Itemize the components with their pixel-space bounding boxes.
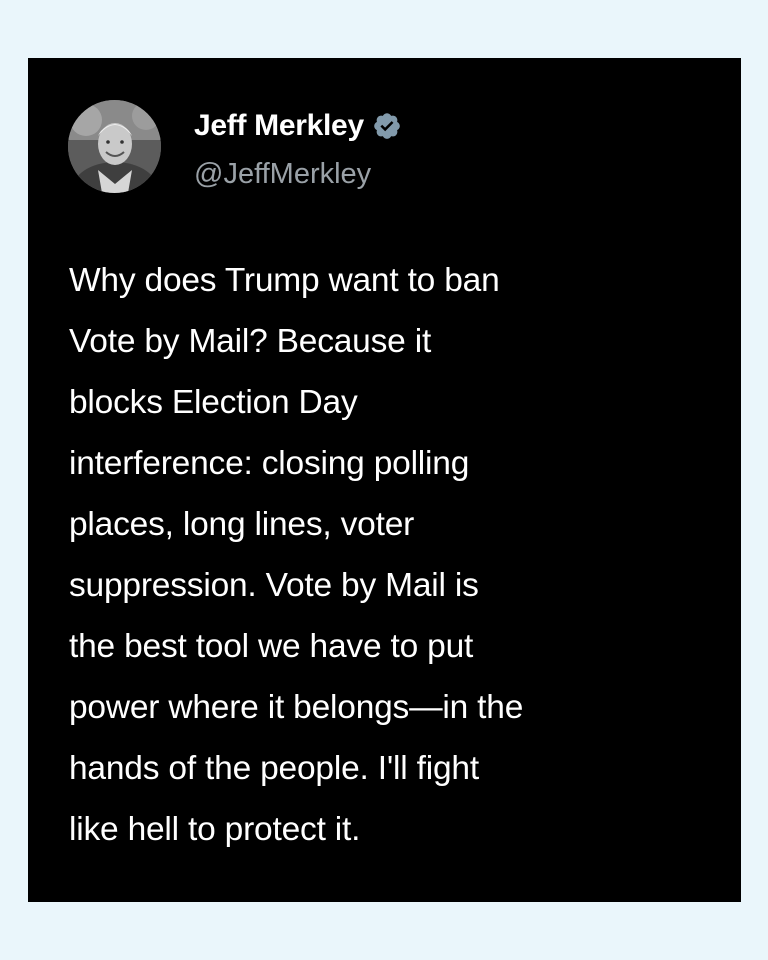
tweet-text-line: blocks Election Day (69, 384, 358, 421)
tweet-text-line: like hell to protect it. (69, 811, 361, 848)
tweet-text-line: interference: closing polling (69, 445, 470, 482)
tweet-text-line: places, long lines, voter (69, 506, 415, 543)
author-name-row: Jeff Merkley (194, 106, 402, 146)
tweet-body-text: Why does Trump want to ban Vote by Mail?… (69, 250, 719, 860)
author-display-name[interactable]: Jeff Merkley (194, 109, 364, 143)
tweet-text-line: Why does Trump want to ban (69, 262, 500, 299)
tweet-text-line: suppression. Vote by Mail is (69, 567, 479, 604)
avatar[interactable] (68, 100, 161, 193)
tweet-text-line: hands of the people. I'll fight (69, 750, 479, 787)
tweet-text-line: Vote by Mail? Because it (69, 323, 432, 360)
verified-badge-icon (372, 111, 402, 141)
tweet-text-line: the best tool we have to put (69, 628, 474, 665)
author-handle[interactable]: @JeffMerkley (194, 158, 371, 191)
avatar-photo-icon (68, 100, 161, 193)
tweet-card: Jeff Merkley @JeffMerkley Why does Trump… (28, 58, 741, 902)
tweet-text-line: power where it belongs—in the (69, 689, 524, 726)
